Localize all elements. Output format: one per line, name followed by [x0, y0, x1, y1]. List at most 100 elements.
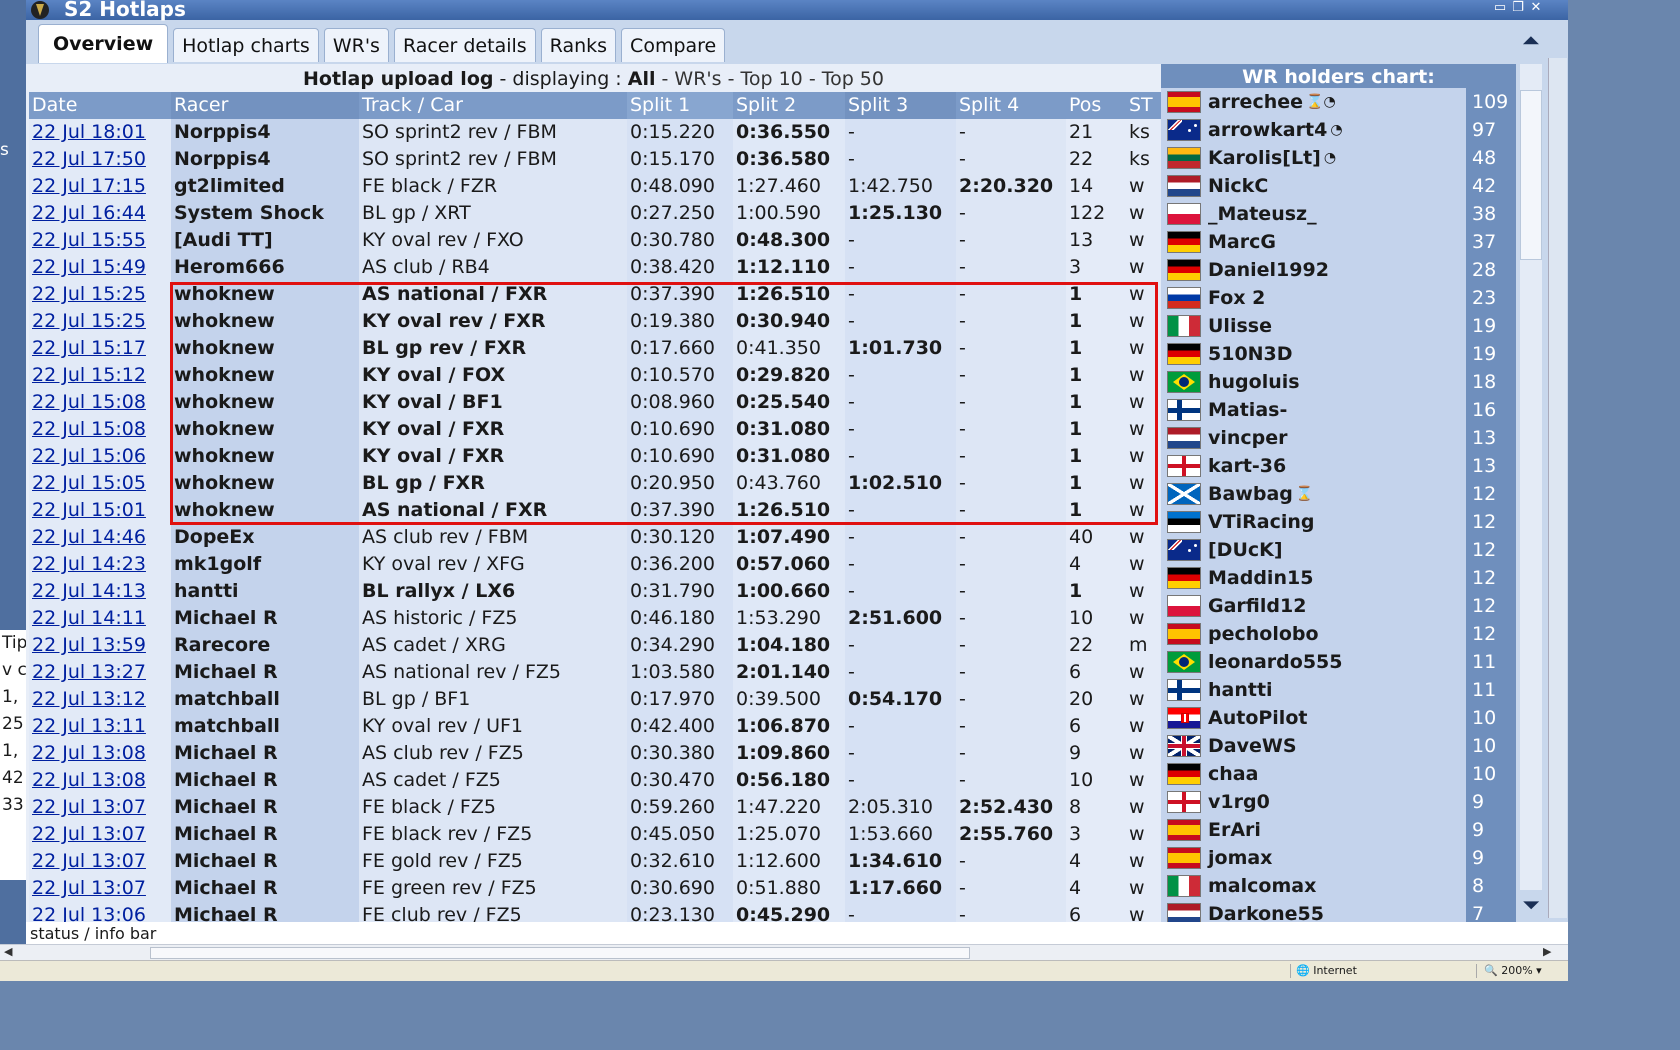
wr-holder-row[interactable]: Maddin15 12: [1161, 564, 1516, 592]
wr-holder-row[interactable]: chaa 10: [1161, 760, 1516, 788]
date-link[interactable]: 22 Jul 14:46: [32, 526, 146, 548]
wr-holder-name[interactable]: ErAri: [1208, 819, 1261, 841]
wr-holder-row[interactable]: leonardo555 11: [1161, 648, 1516, 676]
wr-holder-name[interactable]: arrechee: [1208, 91, 1303, 113]
wr-holder-row[interactable]: _Mateusz_ 38: [1161, 200, 1516, 228]
cell-racer[interactable]: Michael R: [171, 848, 359, 875]
date-link[interactable]: 22 Jul 13:08: [32, 769, 146, 791]
tab-racer-details[interactable]: Racer details: [393, 28, 536, 62]
wr-holder-row[interactable]: vincper 13: [1161, 424, 1516, 452]
cell-racer[interactable]: gt2limited: [171, 173, 359, 200]
wr-holder-row[interactable]: v1rg0 9: [1161, 788, 1516, 816]
wr-holder-row[interactable]: 510N3D 19: [1161, 340, 1516, 368]
wr-holder-name[interactable]: _Mateusz_: [1208, 203, 1317, 225]
cell-racer[interactable]: matchball: [171, 713, 359, 740]
wr-holder-name[interactable]: hugoluis: [1208, 371, 1300, 393]
cell-racer[interactable]: whoknew: [171, 416, 359, 443]
col-split1[interactable]: Split 1: [627, 92, 733, 119]
wr-holder-row[interactable]: MarcG 37: [1161, 228, 1516, 256]
cell-racer[interactable]: Michael R: [171, 767, 359, 794]
date-link[interactable]: 22 Jul 16:44: [32, 202, 146, 224]
wr-holder-name[interactable]: hantti: [1208, 679, 1273, 701]
cell-racer[interactable]: Michael R: [171, 902, 359, 922]
cell-racer[interactable]: DopeEx: [171, 524, 359, 551]
wr-holder-row[interactable]: arrechee ⌛◔ 109: [1161, 88, 1516, 116]
wr-holder-name[interactable]: Garfild12: [1208, 595, 1306, 617]
cell-racer[interactable]: Michael R: [171, 659, 359, 686]
wr-holder-row[interactable]: Darkone55 7: [1161, 900, 1516, 922]
date-link[interactable]: 22 Jul 13:06: [32, 904, 146, 922]
col-st[interactable]: ST: [1126, 92, 1164, 119]
wr-holder-row[interactable]: Ulisse 19: [1161, 312, 1516, 340]
date-link[interactable]: 22 Jul 17:50: [32, 148, 146, 170]
wr-holder-row[interactable]: pecholobo 12: [1161, 620, 1516, 648]
col-split2[interactable]: Split 2: [733, 92, 845, 119]
wr-holder-name[interactable]: AutoPilot: [1208, 707, 1307, 729]
vertical-scrollbar[interactable]: ⏶ ⏷: [1516, 28, 1568, 922]
wr-holder-row[interactable]: hantti 11: [1161, 676, 1516, 704]
wr-holder-row[interactable]: arrowkart4 ◔ 97: [1161, 116, 1516, 144]
wr-holder-row[interactable]: Fox 2 23: [1161, 284, 1516, 312]
date-link[interactable]: 22 Jul 15:08: [32, 418, 146, 440]
wr-holder-row[interactable]: Garfild12 12: [1161, 592, 1516, 620]
wr-holder-name[interactable]: 510N3D: [1208, 343, 1293, 365]
date-link[interactable]: 22 Jul 13:08: [32, 742, 146, 764]
cell-racer[interactable]: matchball: [171, 686, 359, 713]
scroll-down-icon[interactable]: ⏷: [1518, 892, 1544, 920]
date-link[interactable]: 22 Jul 15:49: [32, 256, 146, 278]
cell-racer[interactable]: mk1golf: [171, 551, 359, 578]
wr-holder-row[interactable]: DaveWS 10: [1161, 732, 1516, 760]
wr-holder-name[interactable]: arrowkart4: [1208, 119, 1327, 141]
wr-holder-name[interactable]: Fox 2: [1208, 287, 1265, 309]
wr-holder-name[interactable]: Karolis[Lt]: [1208, 147, 1321, 169]
filter-wrs[interactable]: - WR's -: [662, 68, 735, 90]
page-scrollbar[interactable]: [1548, 58, 1567, 918]
wr-holder-name[interactable]: Daniel1992: [1208, 259, 1329, 281]
date-link[interactable]: 22 Jul 13:07: [32, 796, 146, 818]
maximize-icon[interactable]: ❐: [1510, 0, 1526, 16]
cell-racer[interactable]: Norppis4: [171, 119, 359, 146]
cell-racer[interactable]: whoknew: [171, 362, 359, 389]
wr-holder-name[interactable]: VTiRacing: [1208, 511, 1315, 533]
wr-holder-row[interactable]: jomax 9: [1161, 844, 1516, 872]
wr-holder-row[interactable]: NickC 42: [1161, 172, 1516, 200]
date-link[interactable]: 22 Jul 15:08: [32, 391, 146, 413]
wr-holder-name[interactable]: NickC: [1208, 175, 1268, 197]
date-link[interactable]: 22 Jul 13:07: [32, 877, 146, 899]
horizontal-scrollbar[interactable]: ◀ ▶: [0, 944, 1568, 961]
date-link[interactable]: 22 Jul 14:11: [32, 607, 146, 629]
scroll-thumb[interactable]: [1520, 90, 1542, 260]
cell-racer[interactable]: Michael R: [171, 821, 359, 848]
wr-holder-row[interactable]: kart-36 13: [1161, 452, 1516, 480]
date-link[interactable]: 22 Jul 13:12: [32, 688, 146, 710]
cell-racer[interactable]: Michael R: [171, 740, 359, 767]
col-racer[interactable]: Racer: [171, 92, 359, 119]
wr-holder-name[interactable]: Matias-: [1208, 399, 1287, 421]
scroll-right-icon[interactable]: ▶: [1543, 945, 1551, 958]
hscroll-thumb[interactable]: [150, 947, 970, 959]
cell-racer[interactable]: whoknew: [171, 281, 359, 308]
date-link[interactable]: 22 Jul 13:59: [32, 634, 146, 656]
date-link[interactable]: 22 Jul 15:06: [32, 445, 146, 467]
cell-racer[interactable]: Norppis4: [171, 146, 359, 173]
wr-holder-name[interactable]: leonardo555: [1208, 651, 1342, 673]
cell-racer[interactable]: whoknew: [171, 470, 359, 497]
date-link[interactable]: 22 Jul 13:11: [32, 715, 146, 737]
date-link[interactable]: 22 Jul 14:23: [32, 553, 146, 575]
date-link[interactable]: 22 Jul 15:17: [32, 337, 146, 359]
wr-holder-row[interactable]: VTiRacing 12: [1161, 508, 1516, 536]
col-split3[interactable]: Split 3: [845, 92, 956, 119]
wr-holder-name[interactable]: kart-36: [1208, 455, 1286, 477]
date-link[interactable]: 22 Jul 15:25: [32, 310, 146, 332]
col-date[interactable]: Date: [29, 92, 171, 119]
wr-holder-row[interactable]: hugoluis 18: [1161, 368, 1516, 396]
cell-racer[interactable]: whoknew: [171, 308, 359, 335]
filter-top50[interactable]: - Top 50: [809, 68, 884, 90]
cell-racer[interactable]: Rarecore: [171, 632, 359, 659]
date-link[interactable]: 22 Jul 15:12: [32, 364, 146, 386]
cell-racer[interactable]: System Shock: [171, 200, 359, 227]
cell-racer[interactable]: whoknew: [171, 389, 359, 416]
wr-holder-row[interactable]: [DUcK] 12: [1161, 536, 1516, 564]
cell-racer[interactable]: Michael R: [171, 794, 359, 821]
col-split4[interactable]: Split 4: [956, 92, 1066, 119]
